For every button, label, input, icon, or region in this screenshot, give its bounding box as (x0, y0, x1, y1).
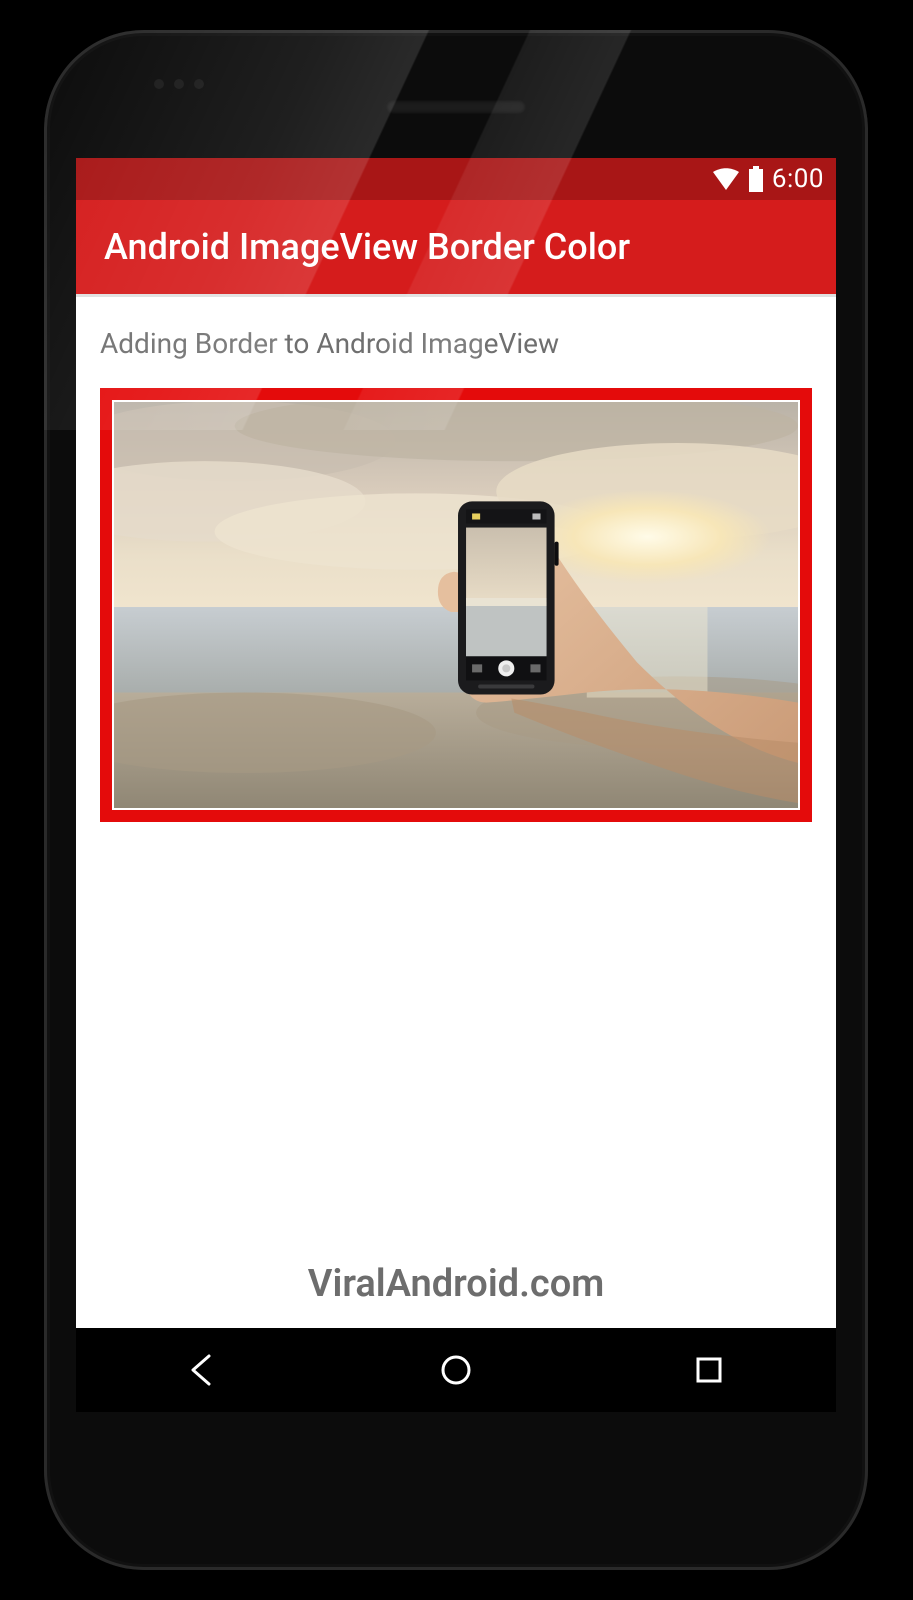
earpiece (386, 100, 526, 114)
nav-back-button[interactable] (183, 1350, 223, 1390)
screen: 6:00 Android ImageView Border Color Addi… (76, 158, 836, 1412)
sample-image (114, 402, 798, 808)
battery-full-icon (748, 166, 764, 192)
page-subtitle: Adding Border to Android ImageView (100, 327, 812, 360)
phone-device-frame: 6:00 Android ImageView Border Color Addi… (44, 30, 868, 1570)
footer-brand-label: ViralAndroid.com (76, 1262, 836, 1306)
status-bar: 6:00 (76, 158, 836, 200)
content-area: Adding Border to Android ImageView (76, 294, 836, 1328)
status-bar-clock: 6:00 (772, 164, 824, 194)
nav-home-button[interactable] (436, 1350, 476, 1390)
bordered-image-view (100, 388, 812, 822)
action-bar: Android ImageView Border Color (76, 200, 836, 294)
nav-recent-button[interactable] (689, 1350, 729, 1390)
navigation-bar (76, 1328, 836, 1412)
sensor-dots (154, 74, 214, 93)
wifi-icon (712, 168, 740, 190)
app-title: Android ImageView Border Color (104, 226, 630, 268)
